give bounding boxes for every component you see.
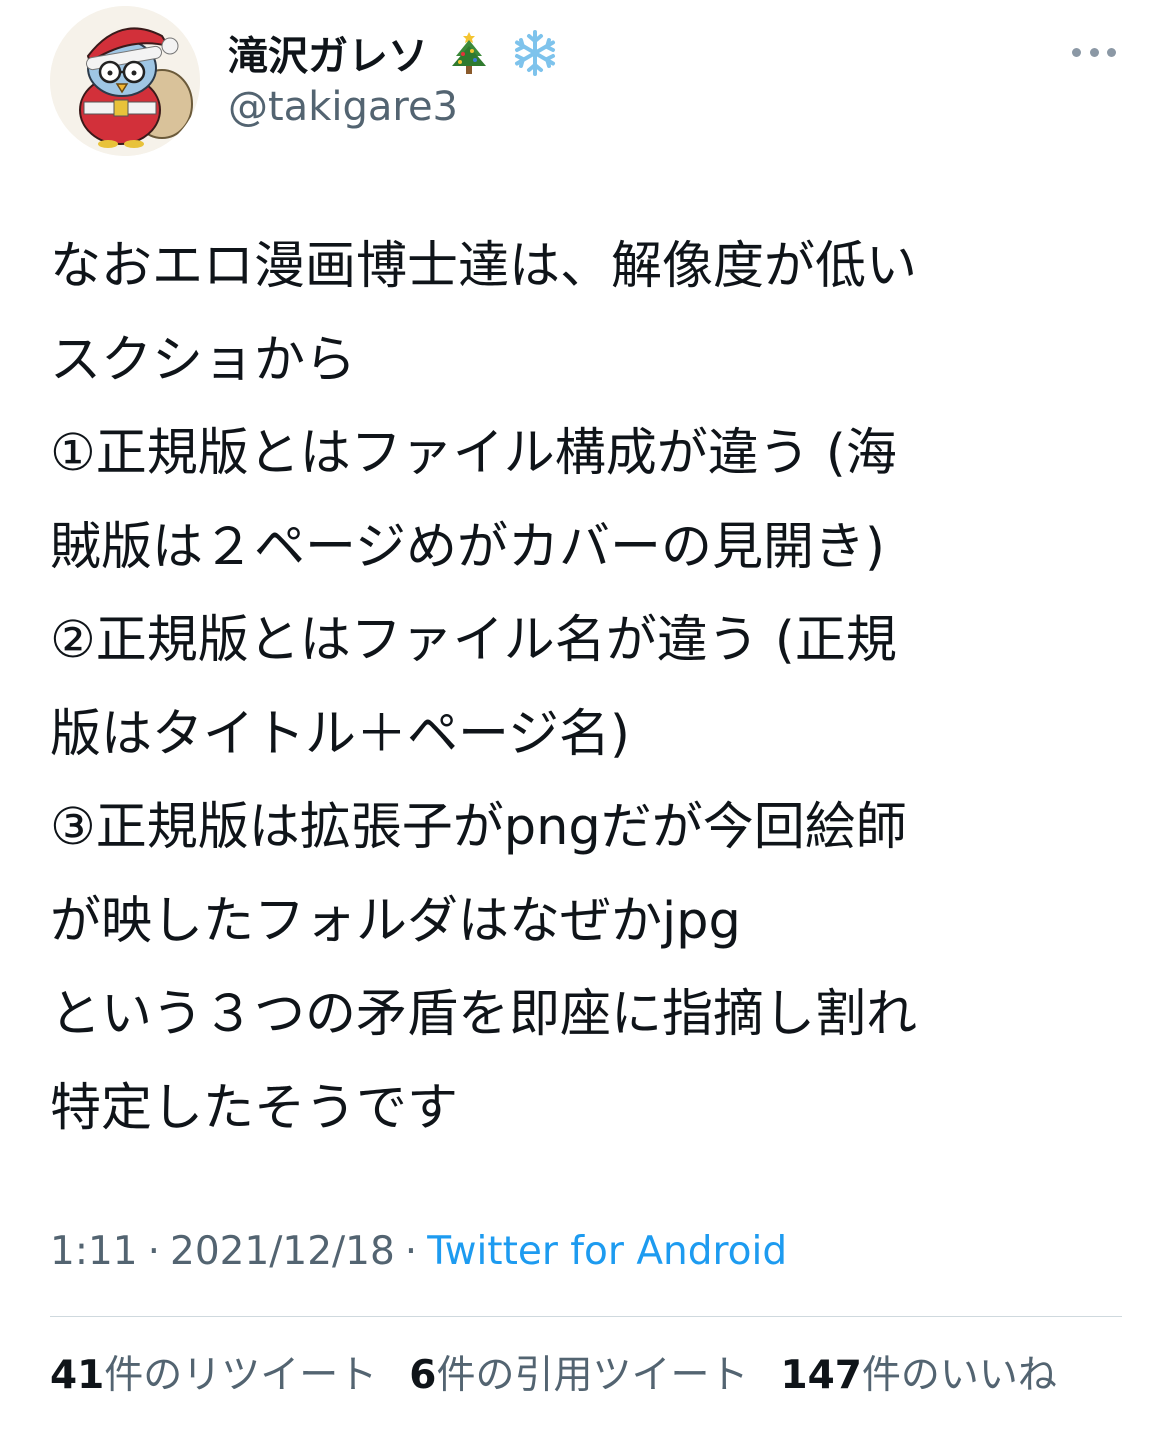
- quotes-stat[interactable]: 6件の引用ツイート: [409, 1352, 748, 1400]
- retweets-count: 41: [50, 1353, 105, 1398]
- snowflake-icon: [510, 28, 560, 89]
- tweet-date[interactable]: 2021/12/18: [170, 1229, 395, 1274]
- more-options-icon[interactable]: [1068, 36, 1120, 68]
- tweet-text-line: ③正規版は拡張子がpngだが今回絵師: [50, 798, 907, 857]
- retweets-label: 件のリツイート: [104, 1353, 378, 1398]
- tweet-text-line: 版はタイトル＋ページ名): [50, 704, 630, 764]
- tweet-text-line: スクショから: [50, 330, 357, 390]
- tweet-header: 滝沢ガレソ @takigare3: [0, 0, 1170, 170]
- tweet-text-line: なおエロ漫画博士達は、解像度が低い: [50, 237, 918, 296]
- author-handle[interactable]: @takigare3: [228, 83, 458, 131]
- tweet-text-line: ②正規版とはファイル名が違う (正規: [50, 611, 897, 670]
- likes-stat[interactable]: 147件のいいね: [780, 1352, 1056, 1400]
- tweet-meta: 1:11 · 2021/12/18 · Twitter for Android: [50, 1228, 787, 1276]
- tweet-text-line: 賊版は２ページめがカバーの見開き): [50, 517, 885, 577]
- christmas-tree-icon: [448, 30, 490, 87]
- tweet-text-line: 特定したそうです: [50, 1078, 459, 1138]
- meta-separator: ·: [404, 1229, 418, 1274]
- tweet-text: なおエロ漫画博士達は、解像度が低い スクショから ①正規版とはファイル構成が違う…: [50, 220, 1130, 1155]
- tweet-text-line: が映したフォルダはなぜかjpg: [50, 891, 741, 951]
- likes-count: 147: [780, 1353, 862, 1398]
- divider: [50, 1316, 1122, 1317]
- quotes-count: 6: [409, 1353, 437, 1398]
- tweet-source-link[interactable]: Twitter for Android: [427, 1229, 787, 1274]
- likes-label: 件のいいね: [861, 1353, 1057, 1398]
- avatar[interactable]: [50, 6, 200, 156]
- meta-separator: ·: [147, 1229, 160, 1274]
- retweets-stat[interactable]: 41件のリツイート: [50, 1352, 377, 1400]
- tweet-stats: 41件のリツイート 6件の引用ツイート 147件のいいね: [50, 1352, 1057, 1400]
- quotes-label: 件の引用ツイート: [436, 1353, 749, 1398]
- author-display-name-row[interactable]: 滝沢ガレソ: [228, 28, 560, 89]
- tweet-text-line: という３つの矛盾を即座に指摘し割れ: [50, 985, 918, 1044]
- santa-bird-avatar-icon: [50, 6, 200, 156]
- tweet-text-line: ①正規版とはファイル構成が違う (海: [50, 424, 897, 483]
- tweet-time[interactable]: 1:11: [50, 1229, 138, 1274]
- author-display-name: 滝沢ガレソ: [228, 33, 428, 80]
